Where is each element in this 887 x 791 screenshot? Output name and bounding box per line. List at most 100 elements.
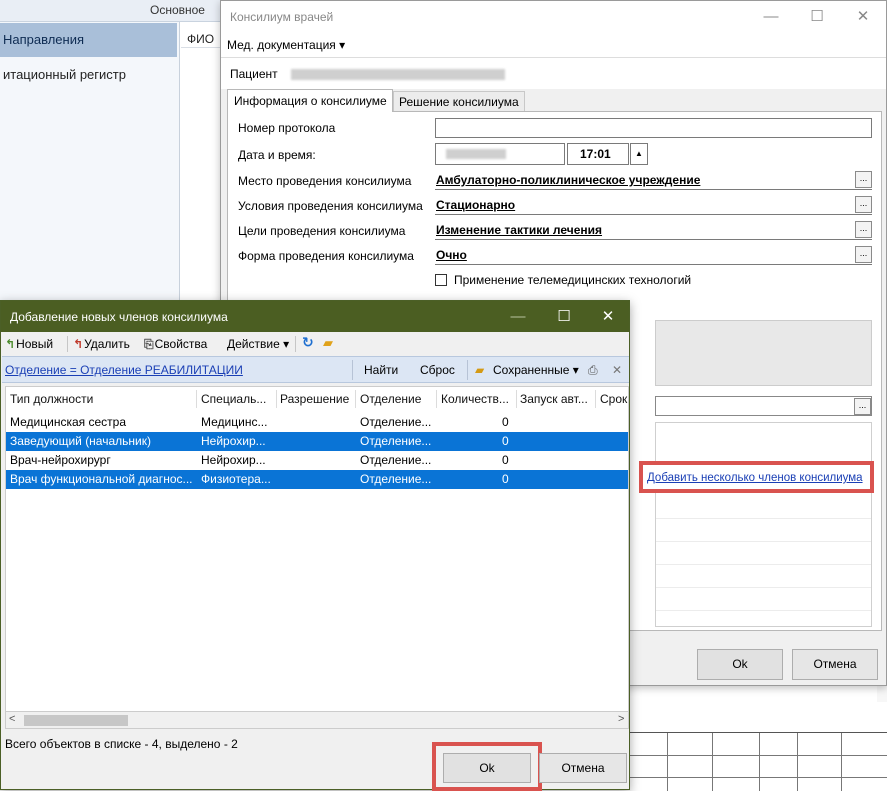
table-row[interactable]: Заведующий (начальник) Нейрохир... Отдел…: [6, 432, 628, 451]
conditions-value: Стационарно: [436, 198, 516, 212]
members-panel: [655, 422, 872, 627]
goals-lookup[interactable]: Изменение тактики лечения ...: [435, 220, 872, 240]
cell-type: Врач функциональной диагнос...: [10, 472, 193, 486]
cell-count: 0: [502, 415, 509, 429]
place-lookup[interactable]: Амбулаторно-поликлиническое учреждение .…: [435, 170, 872, 190]
form-type-label: Форма проведения консилиума: [238, 249, 414, 263]
form-type-value: Очно: [436, 248, 467, 262]
maximize-button[interactable]: ☐: [541, 301, 587, 332]
ok-button[interactable]: Ok: [443, 753, 531, 783]
window-title: Консилиум врачей: [230, 10, 334, 24]
place-ellipsis-button[interactable]: ...: [855, 171, 872, 188]
filter-condition-link[interactable]: Отделение = Отделение РЕАБИЛИТАЦИИ: [5, 363, 243, 377]
protocol-input[interactable]: [435, 118, 872, 138]
minimize-button[interactable]: —: [748, 1, 794, 33]
dialog-titlebar: Добавление новых членов консилиума — ☐ ✕: [1, 301, 629, 332]
conditions-lookup[interactable]: Стационарно ...: [435, 195, 872, 215]
folder-icon[interactable]: ▰: [323, 335, 333, 351]
close-button[interactable]: ✕: [840, 1, 886, 33]
column-header-type[interactable]: Тип должности: [10, 392, 190, 406]
form-type-lookup[interactable]: Очно ...: [435, 245, 872, 265]
konsilium-titlebar: Консилиум врачей — ☐ ✕: [221, 1, 886, 33]
saved-filter-icon: ▰: [475, 363, 485, 377]
scroll-right-icon[interactable]: >: [618, 713, 624, 725]
cancel-button[interactable]: Отмена: [792, 649, 878, 680]
cell-department: Отделение...: [360, 434, 432, 448]
time-up-icon[interactable]: ▲: [630, 143, 648, 165]
properties-button[interactable]: ⎘Свойства: [144, 337, 207, 352]
cell-specialty: Физиотера...: [201, 472, 271, 486]
datetime-label: Дата и время:: [238, 148, 316, 162]
close-filter-button[interactable]: ✕: [612, 363, 622, 377]
add-members-link[interactable]: Добавить несколько членов консилиума: [647, 472, 863, 484]
ok-button[interactable]: Ok: [697, 649, 783, 680]
horizontal-scrollbar[interactable]: < >: [5, 712, 629, 729]
delete-icon: ↰: [73, 337, 84, 351]
time-input[interactable]: 17:01: [567, 143, 629, 165]
tab-info[interactable]: Информация о консилиуме: [227, 89, 393, 112]
table-row[interactable]: Врач функциональной диагнос... Физиотера…: [6, 470, 628, 489]
dialog-title: Добавление новых членов консилиума: [10, 310, 228, 324]
menu-med-docs[interactable]: Мед. документация ▾: [227, 38, 345, 52]
column-header-autostart[interactable]: Запуск авт...: [520, 392, 592, 406]
scroll-thumb[interactable]: [24, 715, 128, 726]
form-type-ellipsis-button[interactable]: ...: [855, 246, 872, 263]
date-input[interactable]: [435, 143, 565, 165]
cancel-button[interactable]: Отмена: [539, 753, 627, 783]
protocol-label: Номер протокола: [238, 121, 336, 135]
save-filter-icon[interactable]: ⎙: [588, 363, 598, 378]
column-header-permission[interactable]: Разрешение: [280, 392, 352, 406]
column-header-department[interactable]: Отделение: [360, 392, 434, 406]
telemed-label: Применение телемедицинских технологий: [454, 273, 692, 287]
goals-ellipsis-button[interactable]: ...: [855, 221, 872, 238]
patient-bar: Пациент: [221, 57, 886, 89]
saved-filters-button[interactable]: Сохраненные ▾: [493, 363, 579, 377]
extra-field[interactable]: ...: [655, 396, 872, 416]
cell-type: Медицинская сестра: [10, 415, 126, 429]
cell-count: 0: [502, 472, 509, 486]
reset-button[interactable]: Сброс: [420, 363, 455, 377]
cell-specialty: Медицинс...: [201, 415, 268, 429]
new-button[interactable]: ↰Новый: [5, 337, 53, 351]
add-members-dialog: Добавление новых членов консилиума — ☐ ✕…: [0, 300, 630, 791]
extra-ellipsis-button[interactable]: ...: [854, 398, 871, 415]
goals-value: Изменение тактики лечения: [436, 223, 603, 237]
column-header-specialty[interactable]: Специаль...: [201, 392, 271, 406]
tab-decision[interactable]: Решение консилиума: [393, 91, 525, 112]
cell-count: 0: [502, 434, 509, 448]
menu-bar: Мед. документация ▾: [221, 33, 886, 57]
close-button[interactable]: ✕: [585, 301, 631, 332]
cell-department: Отделение...: [360, 472, 432, 486]
table-row[interactable]: Медицинская сестра Медицинс... Отделение…: [6, 413, 628, 432]
scroll-left-icon[interactable]: <: [9, 713, 15, 725]
properties-icon: ⎘: [144, 337, 154, 351]
minimize-button[interactable]: —: [495, 301, 541, 332]
dialog-toolbar: ↰Новый ↰Удалить ⎘Свойства Действие ▾ ↻ ▰: [1, 332, 629, 356]
telemed-checkbox[interactable]: [435, 274, 447, 286]
sidebar-item-register[interactable]: итационный регистр: [0, 58, 177, 92]
patient-label: Пациент: [230, 67, 278, 81]
maximize-button[interactable]: ☐: [794, 1, 840, 33]
table-row[interactable]: Врач-нейрохирург Нейрохир... Отделение..…: [6, 451, 628, 470]
column-header-term[interactable]: Срок: [600, 392, 628, 406]
cell-department: Отделение...: [360, 415, 432, 429]
status-text: Всего объектов в списке - 4, выделено - …: [5, 737, 238, 751]
place-label: Место проведения консилиума: [238, 174, 412, 188]
sidebar-item-directions[interactable]: Направления: [0, 23, 177, 57]
filter-bar: Отделение = Отделение РЕАБИЛИТАЦИИ Найти…: [2, 356, 629, 383]
patient-name-redacted: [291, 69, 505, 80]
add-members-highlight: Добавить несколько членов консилиума: [639, 461, 874, 493]
action-menu-button[interactable]: Действие ▾: [227, 337, 289, 351]
cell-count: 0: [502, 453, 509, 467]
delete-button[interactable]: ↰Удалить: [73, 337, 130, 351]
conditions-ellipsis-button[interactable]: ...: [855, 196, 872, 213]
date-redacted: [446, 149, 506, 159]
refresh-icon[interactable]: ↻: [302, 334, 314, 351]
tab-main[interactable]: Основное: [150, 3, 205, 17]
readonly-area: [655, 320, 872, 386]
find-button[interactable]: Найти: [364, 363, 398, 377]
members-grid: Тип должности Специаль... Разрешение Отд…: [5, 386, 629, 712]
column-header-count[interactable]: Количеств...: [441, 392, 513, 406]
cell-specialty: Нейрохир...: [201, 434, 266, 448]
conditions-label: Условия проведения консилиума: [238, 199, 423, 213]
